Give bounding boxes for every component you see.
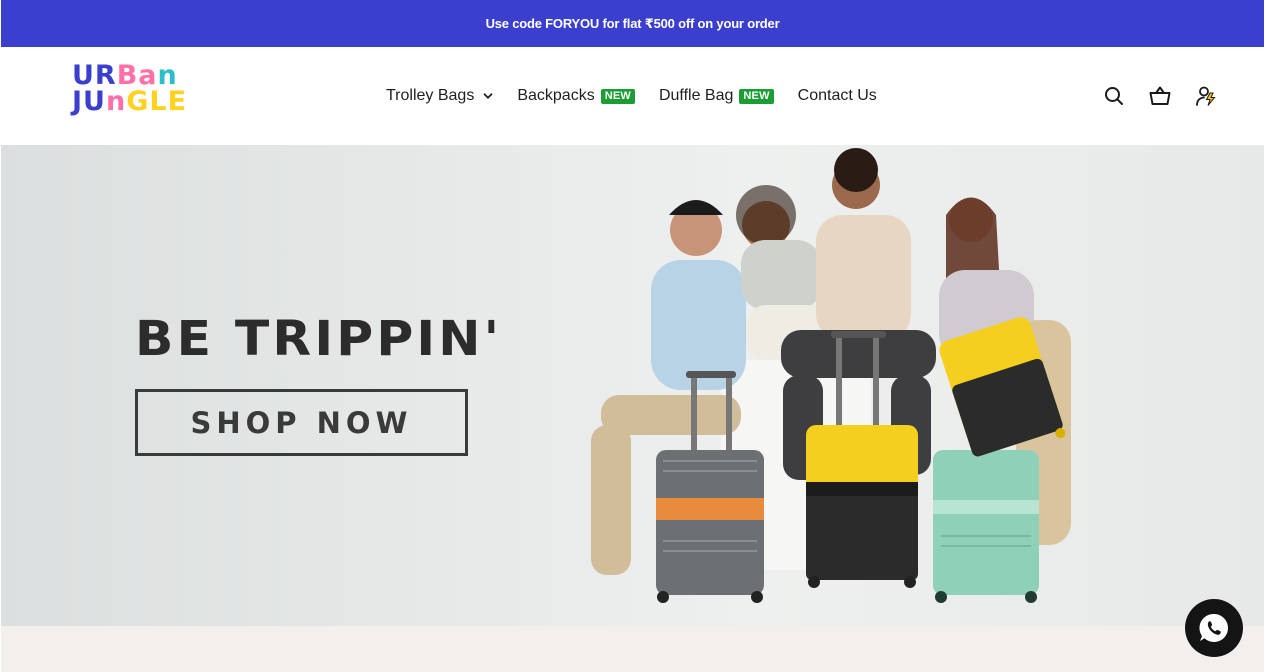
- nav-label: Trolley Bags: [386, 87, 475, 104]
- search-icon: [1105, 87, 1123, 105]
- announcement-bar: Use code FORYOU for flat ₹500 off on you…: [1, 0, 1264, 47]
- cart-icon: [1149, 86, 1171, 105]
- cart-button[interactable]: [1148, 84, 1172, 108]
- hero-title: BE TRIPPIN': [135, 311, 503, 367]
- chevron-down-icon: [483, 93, 493, 99]
- nav-item-contact-us[interactable]: Contact Us: [798, 87, 877, 105]
- new-badge: NEW: [600, 88, 635, 104]
- whatsapp-chat-button[interactable]: [1185, 599, 1243, 657]
- nav-item-duffle-bag[interactable]: Duffle Bag NEW: [659, 87, 774, 105]
- hero-luggage-illustration: [591, 148, 1071, 603]
- teal-suitcase: [933, 450, 1039, 603]
- nav-label: Duffle Bag: [658, 87, 734, 104]
- shop-now-button[interactable]: SHOP NOW: [135, 389, 468, 456]
- whatsapp-icon: [1199, 613, 1228, 642]
- new-badge: NEW: [739, 88, 774, 104]
- logo-part: JU: [72, 86, 106, 117]
- header-actions: [1102, 83, 1218, 109]
- urban-jungle-logo[interactable]: URBan JUnGLE: [50, 62, 218, 129]
- nav-item-trolley-bags[interactable]: Trolley Bags: [386, 87, 493, 105]
- logo-part: n: [105, 86, 127, 117]
- nav-item-backpacks[interactable]: Backpacks NEW: [517, 87, 635, 105]
- hero-banner: BE TRIPPIN' SHOP NOW: [1, 145, 1264, 626]
- main-nav: Trolley Bags Backpacks NEW Duffle Bag NE…: [386, 47, 877, 145]
- nav-label: Backpacks: [517, 87, 595, 104]
- logo-part: GLE: [126, 86, 188, 117]
- account-icon: [1196, 86, 1216, 106]
- site-header: URBan JUnGLE Trolley Bags Backpacks NEW …: [0, 47, 1266, 145]
- search-button[interactable]: [1102, 84, 1126, 108]
- announcement-text: Use code FORYOU for flat ₹500 off on you…: [485, 15, 780, 31]
- nav-label: Contact Us: [797, 87, 877, 104]
- next-section: [1, 626, 1264, 672]
- account-button[interactable]: [1194, 84, 1218, 108]
